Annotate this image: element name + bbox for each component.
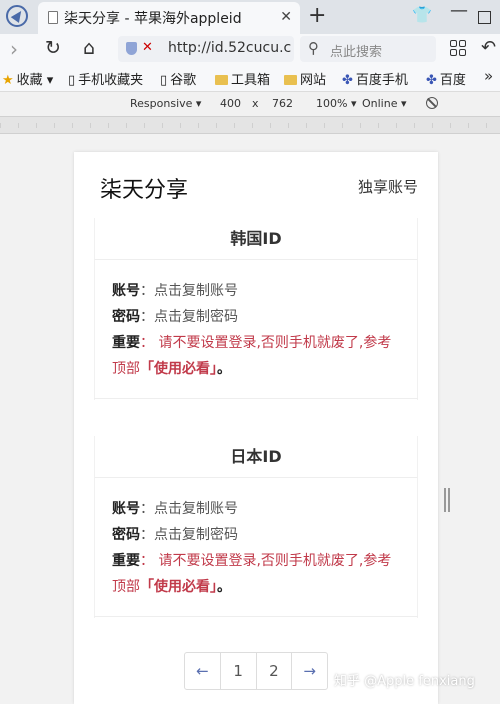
skin-icon[interactable]: 👕 [412,5,432,24]
address-bar[interactable]: ✕ http://id.52cucu.c [118,36,294,62]
bookmark-toolbox[interactable]: 工具箱 [215,69,270,88]
star-icon: ★ [2,73,14,88]
device-select[interactable]: Responsive ▾ [130,97,201,110]
bookmark-baidu[interactable]: ✤ 百度 [426,69,466,88]
folder-icon [215,75,228,85]
search-icon: ⚲ [308,39,319,57]
search-box[interactable]: ⚲ 点此搜索 [300,36,436,62]
bookmark-baidu-mobile[interactable]: ✤ 百度手机 [342,69,418,88]
insecure-icon: ✕ [142,40,153,55]
shield-icon [126,42,137,55]
site-title[interactable]: 柒天分享 [100,172,188,204]
important-row: 重要： 请不要设置登录,否则手机就废了,参考 [112,335,392,351]
card-title: 日本ID [94,436,418,478]
copy-account-link[interactable]: ：点击复制账号 [140,283,238,299]
tab-bar: 柒天分享 - 苹果海外appleid ✕ + 👕 — [0,0,500,34]
device-frame: 柒天分享 独享账号 韩国ID 账号：点击复制账号 密码：点击复制密码 重要： 请… [74,152,438,704]
password-row: 密码：点击复制密码 [112,527,238,543]
exclusive-account-link[interactable]: 独享账号 [358,176,418,197]
card-divider [94,616,418,617]
copy-password-link[interactable]: ：点击复制密码 [140,527,238,543]
more-bookmarks-icon[interactable]: » [484,67,493,85]
pagination: ← 1 2 → [184,652,328,690]
responsive-toolbar: Responsive ▾ 400 x 762 100% ▾ Online ▾ [0,92,500,116]
folder-icon [284,75,297,85]
navigation-bar: › ↻ ⌂ ✕ http://id.52cucu.c ⚲ 点此搜索 ↶ [0,34,500,64]
account-card: 日本ID 账号：点击复制账号 密码：点击复制密码 重要： 请不要设置登录,否则手… [94,436,418,618]
important-row-continued: 顶部「使用必看」。 [112,579,231,595]
minimize-icon[interactable]: — [450,0,468,21]
account-row: 账号：点击复制账号 [112,501,238,517]
forward-icon[interactable]: › [10,37,18,61]
must-read-link[interactable]: 「使用必看」 [140,361,217,377]
card-body: 账号：点击复制账号 密码：点击复制密码 重要： 请不要设置登录,否则手机就废了,… [94,260,418,400]
bookmarks-bar: ★ 收藏 ▾ ▯ 手机收藏夹 ▯ 谷歌 工具箱 网站 ✤ 百度手机 ✤ 百度 » [0,64,500,92]
ruler [0,116,500,134]
bookmark-google[interactable]: ▯ 谷歌 [160,69,196,88]
active-tab[interactable]: 柒天分享 - 苹果海外appleid ✕ [38,2,300,34]
page-1-button[interactable]: 1 [221,653,257,689]
paw-icon: ✤ [342,73,353,88]
home-icon[interactable]: ⌂ [83,37,95,59]
reload-icon[interactable]: ↻ [45,37,61,59]
phone-icon: ▯ [68,73,76,88]
close-tab-icon[interactable]: ✕ [280,9,292,25]
network-select[interactable]: Online ▾ [362,97,407,110]
important-row-continued: 顶部「使用必看」。 [112,361,231,377]
account-card: 韩国ID 账号：点击复制账号 密码：点击复制密码 重要： 请不要设置登录,否则手… [94,218,418,400]
bookmark-mobile[interactable]: ▯ 手机收藏夹 [68,69,143,88]
zoom-select[interactable]: 100% ▾ [316,97,356,110]
height-input[interactable]: 762 [272,97,293,110]
rotate-disabled-icon[interactable] [426,97,438,109]
search-placeholder: 点此搜索 [330,45,383,60]
page-2-button[interactable]: 2 [257,653,293,689]
next-page-button[interactable]: → [292,653,327,689]
password-row: 密码：点击复制密码 [112,309,238,325]
important-row: 重要： 请不要设置登录,否则手机就废了,参考 [112,553,392,569]
paw-icon: ✤ [426,73,437,88]
page-icon [48,11,58,24]
card-divider [94,398,418,399]
copy-password-link[interactable]: ：点击复制密码 [140,309,238,325]
doc-icon: ▯ [160,73,168,88]
dimension-separator: x [252,97,259,110]
resize-handle[interactable] [444,488,450,512]
tab-title: 柒天分享 - 苹果海外appleid [64,11,242,27]
must-read-link[interactable]: 「使用必看」 [140,579,217,595]
bookmark-favorites[interactable]: ★ 收藏 ▾ [2,69,53,88]
width-input[interactable]: 400 [220,97,241,110]
undo-icon[interactable]: ↶ [481,37,496,58]
url-text[interactable]: http://id.52cucu.c [168,40,292,56]
navigation-icon[interactable] [6,5,28,27]
prev-page-button[interactable]: ← [185,653,221,689]
card-title: 韩国ID [94,218,418,260]
apps-grid-icon[interactable] [450,40,466,56]
maximize-icon[interactable] [478,11,491,24]
account-row: 账号：点击复制账号 [112,283,238,299]
new-tab-button[interactable]: + [308,3,326,28]
bookmark-sites[interactable]: 网站 [284,69,326,88]
watermark: 知乎 @Apple fenxiang [334,674,475,689]
card-body: 账号：点击复制账号 密码：点击复制密码 重要： 请不要设置登录,否则手机就废了,… [94,478,418,618]
copy-account-link[interactable]: ：点击复制账号 [140,501,238,517]
